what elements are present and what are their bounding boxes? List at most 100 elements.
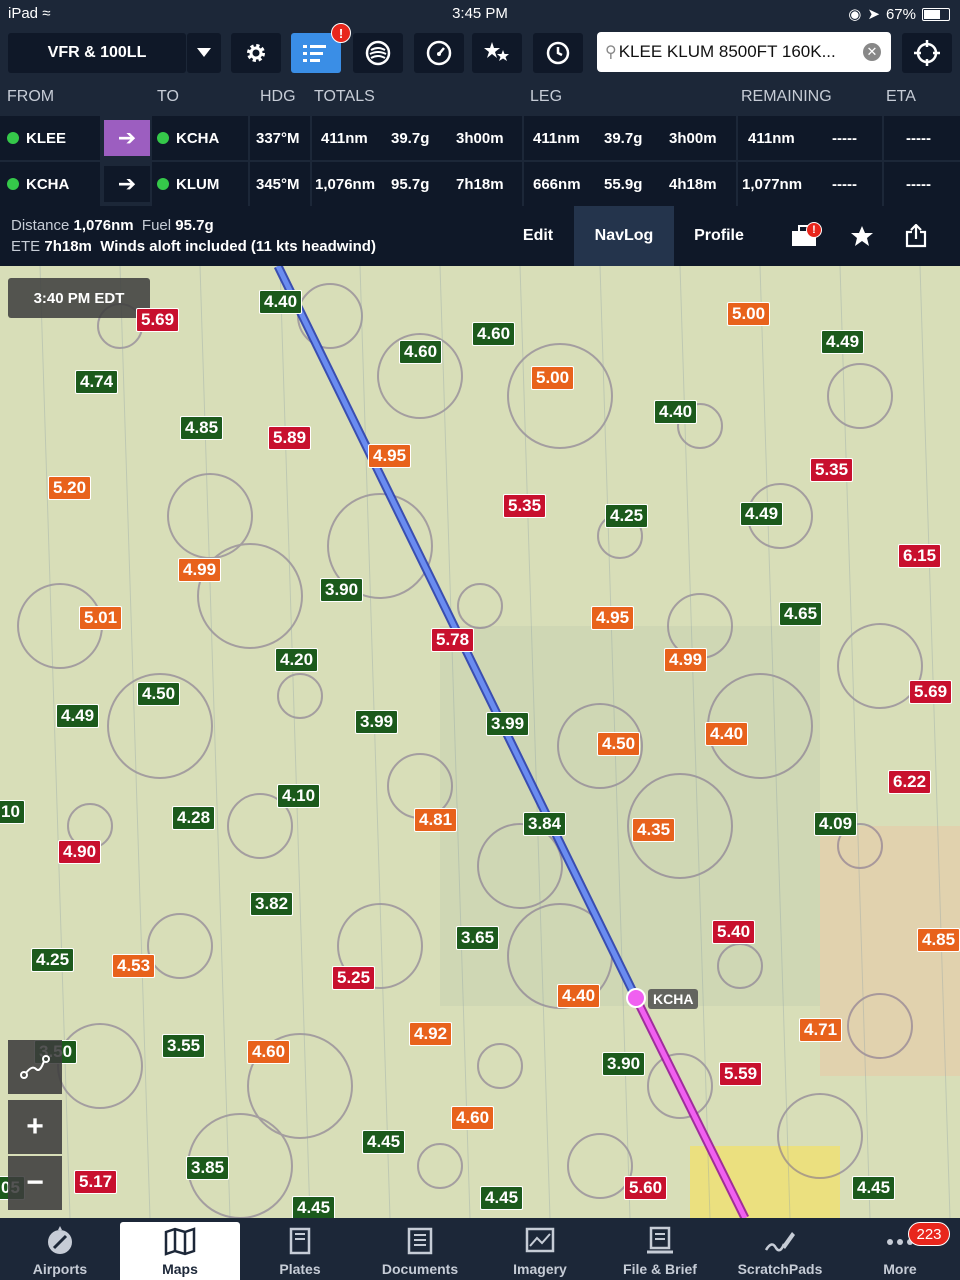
fuel-price-label[interactable]: 3.90 <box>320 578 364 602</box>
map-layer-button[interactable]: VFR & 100LL <box>8 33 186 73</box>
share-button[interactable] <box>892 206 940 266</box>
fuel-price-label[interactable]: 4.60 <box>451 1106 495 1130</box>
fuel-price-label[interactable]: 6.22 <box>888 770 932 794</box>
fuel-price-label[interactable]: 4.49 <box>56 704 100 728</box>
fuel-price-label[interactable]: 5.60 <box>624 1176 668 1200</box>
fuel-price-label[interactable]: 4.28 <box>172 806 216 830</box>
fuel-price-label[interactable]: 4.40 <box>705 722 749 746</box>
fuel-price-label[interactable]: 3.99 <box>486 712 530 736</box>
fuel-price-label[interactable]: 6.15 <box>898 544 942 568</box>
weather-button[interactable] <box>353 33 403 73</box>
performance-button[interactable] <box>414 33 464 73</box>
tab-plates[interactable]: Plates <box>240 1218 360 1280</box>
sectional-map[interactable]: 3:40 PM EDT KCHA 5.69 4.40 4.60 4.60 5.00 4.4… <box>0 266 960 1218</box>
fuel-price-label[interactable]: 4.40 <box>557 984 601 1008</box>
airport-label-kcha[interactable]: KCHA <box>648 989 699 1009</box>
tab-airports[interactable]: Airports <box>0 1218 120 1280</box>
direct-to-button[interactable]: ➔ <box>104 120 150 156</box>
fuel-price-label[interactable]: 4.49 <box>740 502 784 526</box>
fuel-price-label[interactable]: 3.55 <box>162 1034 206 1058</box>
fuel-price-label[interactable]: 3.85 <box>186 1156 230 1180</box>
row-to[interactable]: KLUM <box>157 162 219 206</box>
fuel-price-label[interactable]: 5.59 <box>719 1062 763 1086</box>
fuel-price-label[interactable]: 3.82 <box>250 892 294 916</box>
fuel-price-label[interactable]: 4.20 <box>275 648 319 672</box>
fuel-price-label[interactable]: 4.49 <box>821 330 865 354</box>
fuel-price-label[interactable]: 4.71 <box>799 1018 843 1042</box>
fuel-price-label[interactable]: 4.60 <box>247 1040 291 1064</box>
clear-icon[interactable]: ✕ <box>863 43 881 61</box>
navlog-row[interactable]: KLEE ➔ KCHA 337°M 411nm 39.7g 3h00m 411n… <box>0 116 960 160</box>
fuel-price-label[interactable]: 4.95 <box>368 444 412 468</box>
fuel-price-label[interactable]: 4.81 <box>414 808 458 832</box>
fuel-price-label[interactable]: 4.50 <box>137 682 181 706</box>
fuel-price-label[interactable]: 5.78 <box>431 628 475 652</box>
row-from[interactable]: KCHA <box>7 162 69 206</box>
fuel-price-label[interactable]: 4.45 <box>480 1186 524 1210</box>
route-search-field[interactable]: ⚲ ✕ <box>597 32 891 72</box>
fuel-price-label[interactable]: 4.45 <box>292 1196 336 1218</box>
fuel-price-label[interactable]: 4.10 <box>277 784 321 808</box>
fuel-price-label[interactable]: 4.65 <box>779 602 823 626</box>
fuel-price-label[interactable]: 5.00 <box>727 302 771 326</box>
fuel-price-label[interactable]: 10 <box>0 800 25 824</box>
fuel-price-label[interactable]: 5.25 <box>332 966 376 990</box>
tab-file-brief[interactable]: File & Brief <box>600 1218 720 1280</box>
fuel-price-label[interactable]: 5.40 <box>712 920 756 944</box>
fuel-price-label[interactable]: 4.95 <box>591 606 635 630</box>
tab-imagery[interactable]: Imagery <box>480 1218 600 1280</box>
fuel-price-label[interactable]: 4.99 <box>664 648 708 672</box>
fuel-price-label[interactable]: 4.90 <box>58 840 102 864</box>
fuel-price-label[interactable]: 5.17 <box>74 1170 118 1194</box>
tab-documents[interactable]: Documents <box>360 1218 480 1280</box>
fuel-price-label[interactable]: 5.35 <box>810 458 854 482</box>
fuel-price-label[interactable]: 4.25 <box>31 948 75 972</box>
fuel-price-label[interactable]: 4.60 <box>399 340 443 364</box>
fuel-price-label[interactable]: 4.40 <box>654 400 698 424</box>
timer-button[interactable] <box>533 33 583 73</box>
favorite-route-button[interactable] <box>838 206 886 266</box>
tab-edit[interactable]: Edit <box>502 206 574 266</box>
briefcase-button[interactable]: ! <box>780 206 828 266</box>
fuel-price-label[interactable]: 4.35 <box>632 818 676 842</box>
fuel-price-label[interactable]: 3.99 <box>355 710 399 734</box>
favorites-button[interactable] <box>472 33 522 73</box>
fuel-price-label[interactable]: 3.90 <box>602 1052 646 1076</box>
fuel-price-label[interactable]: 5.01 <box>79 606 123 630</box>
fuel-price-label[interactable]: 5.35 <box>503 494 547 518</box>
layer-dropdown-button[interactable] <box>187 33 221 73</box>
navlog-toggle-button[interactable]: ! <box>291 23 351 73</box>
fuel-price-label[interactable]: 4.85 <box>917 928 960 952</box>
route-input[interactable] <box>618 42 859 62</box>
fuel-price-label[interactable]: 3.84 <box>523 812 567 836</box>
fuel-price-label[interactable]: 4.45 <box>852 1176 896 1200</box>
tab-maps[interactable]: Maps <box>120 1222 240 1280</box>
fuel-price-label[interactable]: 5.20 <box>48 476 92 500</box>
tab-scratchpads[interactable]: ScratchPads <box>720 1218 840 1280</box>
settings-button[interactable] <box>231 33 281 73</box>
row-from[interactable]: KLEE <box>7 116 66 160</box>
route-tool-button[interactable] <box>8 1040 62 1094</box>
fuel-price-label[interactable]: 4.74 <box>75 370 119 394</box>
fuel-price-label[interactable]: 5.69 <box>136 308 180 332</box>
tab-navlog[interactable]: NavLog <box>574 206 674 266</box>
row-to[interactable]: KCHA <box>157 116 219 160</box>
zoom-in-button[interactable]: + <box>8 1100 62 1154</box>
zoom-out-button[interactable]: − <box>8 1156 62 1210</box>
fuel-price-label[interactable]: 4.40 <box>259 290 303 314</box>
tab-profile[interactable]: Profile <box>674 206 764 266</box>
fuel-price-label[interactable]: 4.85 <box>180 416 224 440</box>
direct-to-button[interactable]: ➔ <box>104 166 150 202</box>
fuel-price-label[interactable]: 4.45 <box>362 1130 406 1154</box>
fuel-price-label[interactable]: 4.09 <box>814 812 858 836</box>
fuel-price-label[interactable]: 4.25 <box>605 504 649 528</box>
navlog-row[interactable]: KCHA ➔ KLUM 345°M 1,076nm 95.7g 7h18m 66… <box>0 162 960 206</box>
fuel-price-label[interactable]: 4.99 <box>178 558 222 582</box>
fuel-price-label[interactable]: 5.89 <box>268 426 312 450</box>
location-button[interactable] <box>902 33 952 73</box>
fuel-price-label[interactable]: 4.53 <box>112 954 156 978</box>
fuel-price-label[interactable]: 5.00 <box>531 366 575 390</box>
fuel-price-label[interactable]: 4.60 <box>472 322 516 346</box>
fuel-price-label[interactable]: 4.92 <box>409 1022 453 1046</box>
fuel-price-label[interactable]: 3.65 <box>456 926 500 950</box>
